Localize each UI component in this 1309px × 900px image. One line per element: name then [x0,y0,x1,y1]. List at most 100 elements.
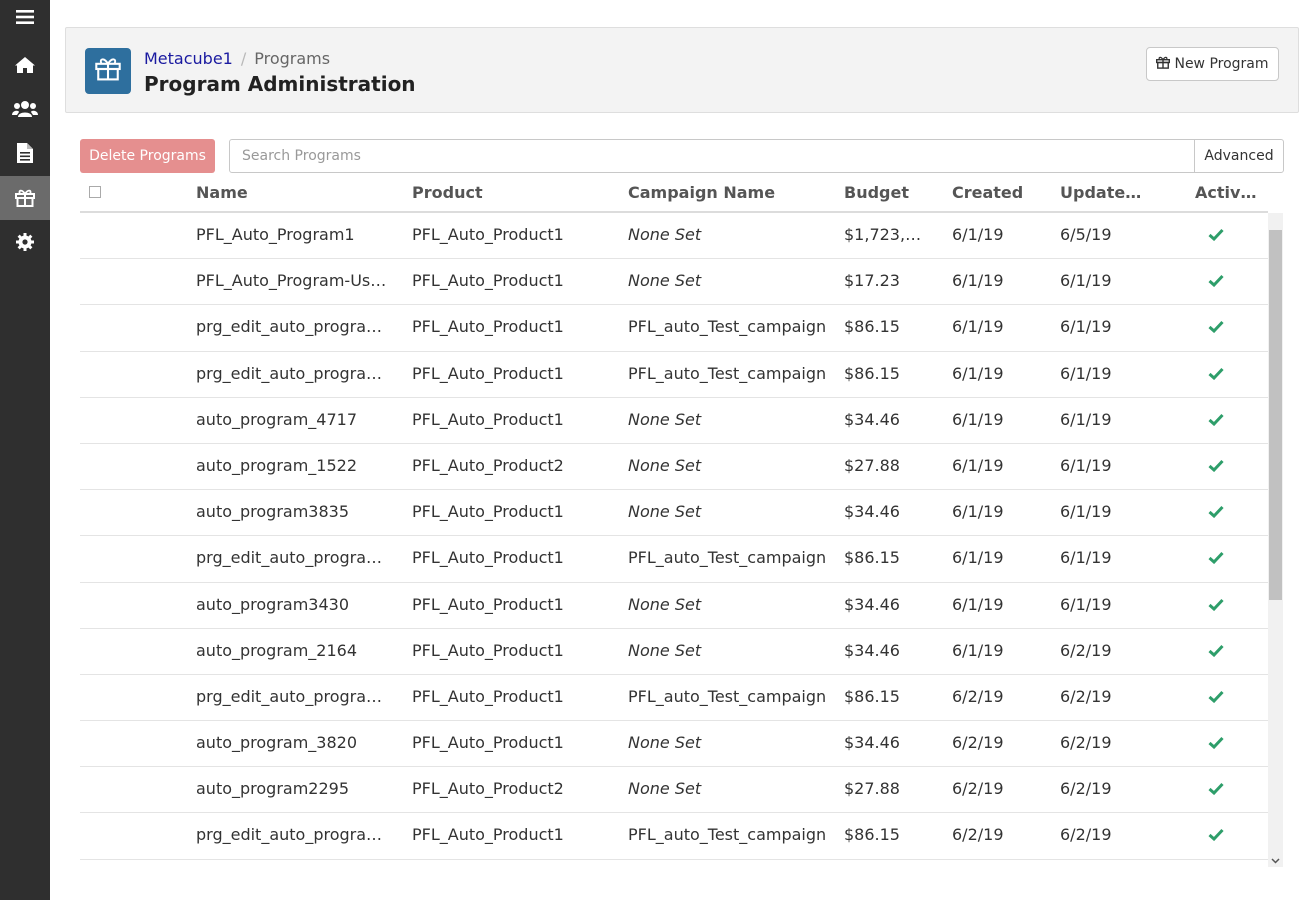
sidebar-item-programs[interactable] [0,176,50,220]
new-program-button[interactable]: New Program [1146,47,1279,81]
scroll-up-button[interactable] [1268,213,1283,230]
column-header-active[interactable]: Active... [1195,183,1265,202]
table-scrollbar[interactable] [1268,213,1283,867]
cell-product: PFL_Auto_Product1 [412,502,564,522]
table-row[interactable]: auto_program_4717 PFL_Auto_Product1 None S… [80,398,1268,444]
cell-created: 6/2/19 [952,825,1004,845]
cell-product: PFL_Auto_Product1 [412,548,564,568]
cell-name: auto_program_1522 [196,455,358,475]
cell-product: PFL_Auto_Product1 [412,225,564,244]
cell-name: auto_program2295 [196,779,350,799]
scroll-thumb[interactable] [1269,230,1282,600]
sidebar-item-settings[interactable] [0,220,50,264]
check-icon [1208,826,1224,845]
cell-budget: $86.15 [844,548,900,568]
cell-budget: $86.15 [844,686,900,706]
cell-name: auto_program3835 [196,502,350,522]
column-header-created[interactable]: Created [952,183,1042,202]
new-program-label: New Program [1174,56,1269,72]
check-icon [1208,457,1224,476]
cell-created: 6/2/19 [952,733,1004,753]
cell-updated: 6/2/19 [1060,733,1112,753]
advanced-search-button[interactable]: Advanced [1194,139,1284,173]
table-row[interactable]: auto_program3430 PFL_Auto_Product1 None Se… [80,583,1268,629]
cell-campaign: PFL_auto_Test_campaign [628,686,827,706]
cell-created: 6/1/19 [952,317,1004,337]
cell-updated: 6/1/19 [1060,548,1112,568]
sidebar [0,0,50,900]
check-icon [1208,688,1224,707]
breadcrumb-current: Programs [254,49,331,68]
cell-budget: $34.46 [844,733,900,753]
search-input[interactable] [229,139,1195,173]
document-icon [17,143,33,163]
gift-icon [15,189,35,207]
cell-updated: 6/5/19 [1060,225,1112,244]
table-row[interactable]: auto_program2295 PFL_Auto_Product2 None Se… [80,767,1268,814]
column-header-product[interactable]: Product [412,183,612,202]
menu-toggle-button[interactable] [0,0,50,34]
table-row[interactable]: auto_program_3820 PFL_Auto_Product1 None S… [80,721,1268,768]
cell-name: auto_program_3820 [196,733,358,753]
column-header-budget[interactable]: Budget [844,183,930,202]
table-row[interactable]: prg_edit_auto_program2... PFL_Auto_Produc… [80,813,1268,860]
breadcrumb-link-metacube1[interactable]: Metacube1 [144,49,233,68]
cell-product: PFL_Auto_Product2 [412,779,564,799]
cell-campaign: PFL_auto_Test_campaign [628,363,827,383]
users-icon [12,100,38,118]
table-row[interactable]: PFL_Auto_Program-User-... PFL_Auto_Produc… [80,259,1268,306]
gift-icon [1156,56,1171,73]
cell-name: auto_program_4717 [196,409,358,429]
check-icon [1208,318,1224,337]
cell-updated: 6/1/19 [1060,363,1112,383]
cell-product: PFL_Auto_Product1 [412,594,564,614]
cell-product: PFL_Auto_Product1 [412,686,564,706]
column-header-campaign[interactable]: Campaign Name [628,183,828,202]
table-body: PFL_Auto_Program1 PFL_Auto_Product1 None S… [80,213,1268,862]
cell-budget: $17.23 [844,271,900,291]
table-row[interactable]: auto_program_2164 PFL_Auto_Product1 None S… [80,629,1268,675]
sidebar-item-home[interactable] [0,43,50,87]
cell-created: 6/2/19 [952,779,1004,799]
cell-budget: $34.46 [844,409,900,429]
breadcrumb: Metacube1 / Programs [144,49,330,68]
table-row[interactable]: prg_edit_auto_program2... PFL_Auto_Produc… [80,536,1268,583]
cell-created: 6/2/19 [952,686,1004,706]
table-row[interactable]: prg_edit_auto_program8... PFL_Auto_Produc… [80,675,1268,722]
cell-campaign: None Set [628,502,702,522]
table-row[interactable]: auto_program3835 PFL_Auto_Product1 None Se… [80,490,1268,537]
cell-campaign: None Set [628,640,702,660]
check-icon [1208,503,1224,522]
select-all-checkbox[interactable] [89,186,101,198]
table-row[interactable]: auto_program_1522 PFL_Auto_Product2 None S… [80,444,1268,491]
cell-created: 6/1/19 [952,502,1004,522]
cell-created: 6/1/19 [952,455,1004,475]
check-icon [1208,226,1224,245]
column-header-name[interactable]: Name [196,183,396,202]
cell-budget: $27.88 [844,779,900,799]
sidebar-item-documents[interactable] [0,131,50,175]
check-icon [1208,596,1224,615]
table-row[interactable]: PFL_Auto_Program1 PFL_Auto_Product1 None S… [80,213,1268,260]
column-header-updated[interactable]: Updated ... [1060,183,1150,202]
cell-product: PFL_Auto_Product1 [412,363,564,383]
check-icon [1208,780,1224,799]
table-row[interactable]: prg_edit_auto_program6... PFL_Auto_Produc… [80,352,1268,398]
cell-updated: 6/2/19 [1060,825,1112,845]
cell-budget: $34.46 [844,502,900,522]
cell-created: 6/1/19 [952,594,1004,614]
delete-programs-button[interactable]: Delete Programs [80,139,215,173]
table-row[interactable]: prg_edit_auto_program1... PFL_Auto_Produc… [80,305,1268,352]
page-header: Metacube1 / Programs Program Administratio… [65,27,1299,113]
cell-budget: $86.15 [844,317,900,337]
cell-created: 6/1/19 [952,271,1004,291]
check-icon [1208,549,1224,568]
cell-updated: 6/1/19 [1060,271,1112,291]
check-icon [1208,365,1224,384]
cell-product: PFL_Auto_Product2 [412,455,564,475]
gift-icon [95,57,121,85]
cell-updated: 6/2/19 [1060,686,1112,706]
cell-campaign: None Set [628,455,702,475]
scroll-down-button[interactable] [1268,850,1283,867]
sidebar-item-users[interactable] [0,87,50,131]
